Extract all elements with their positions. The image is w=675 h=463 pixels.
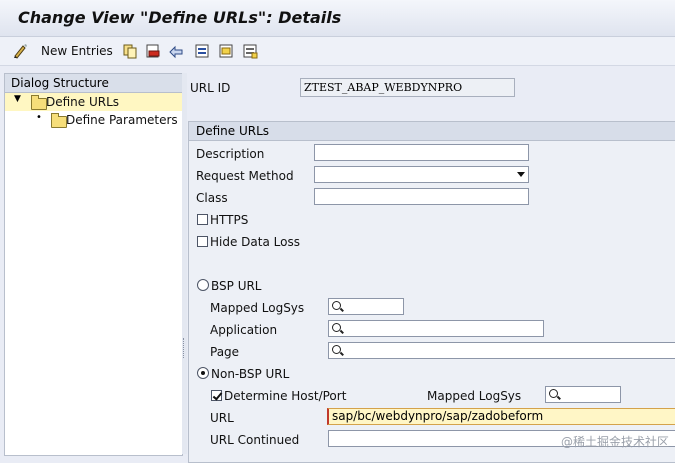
mapped-logsys-input[interactable] [328, 298, 404, 315]
dialog-structure-header: Dialog Structure [5, 74, 182, 93]
expand-arrow-icon[interactable]: ▼ [14, 94, 21, 104]
page-input[interactable] [328, 342, 675, 359]
tree-item-label: Define Parameters [66, 113, 178, 127]
search-help-icon[interactable] [332, 301, 341, 310]
select-block-icon[interactable] [218, 43, 234, 59]
url-input[interactable]: sap/bc/webdynpro/sap/zadobeform [327, 408, 675, 425]
define-urls-title: Define URLs [196, 124, 270, 138]
url-label: URL [210, 411, 234, 425]
url-id-label: URL ID [190, 81, 231, 95]
define-urls-header: Define URLs [189, 122, 675, 141]
page-label: Page [210, 345, 240, 359]
dialog-structure-title: Dialog Structure [11, 76, 109, 90]
search-help-icon[interactable] [332, 345, 341, 354]
class-input[interactable] [314, 188, 529, 205]
open-folder-icon [31, 95, 47, 110]
deselect-all-icon[interactable] [242, 43, 258, 59]
determine-host-checkbox[interactable] [211, 390, 222, 401]
application-input[interactable] [328, 320, 544, 337]
dialog-structure-pane: Dialog Structure ▼ Define URLs • Define … [4, 73, 183, 456]
hide-data-loss-label: Hide Data Loss [210, 235, 300, 249]
https-checkbox[interactable] [197, 214, 208, 225]
undo-change-icon[interactable] [168, 43, 184, 59]
description-input[interactable] [314, 144, 529, 161]
watermark: @稀土掘金技术社区 [560, 435, 669, 449]
request-method-dropdown[interactable] [314, 166, 529, 183]
new-entries-button[interactable]: New Entries [41, 44, 113, 58]
select-all-icon[interactable] [194, 43, 210, 59]
pane-splitter[interactable] [182, 73, 187, 454]
folder-icon [51, 113, 67, 128]
tree-item-define-parameters[interactable]: • Define Parameters [5, 111, 182, 129]
description-label: Description [196, 147, 265, 161]
change-pencil-icon[interactable] [12, 43, 28, 59]
tree-item-define-urls[interactable]: ▼ Define URLs [5, 93, 182, 111]
bsp-url-radio[interactable] [197, 279, 209, 291]
window-title: Change View "Define URLs": Details [18, 8, 342, 27]
hide-data-loss-checkbox[interactable] [197, 236, 208, 247]
tree-item-label: Define URLs [46, 95, 120, 109]
non-bsp-url-label: Non-BSP URL [211, 367, 290, 381]
url-continued-label: URL Continued [210, 433, 300, 447]
delete-icon[interactable] [145, 43, 161, 59]
https-label: HTTPS [210, 213, 249, 227]
application-toolbar: New Entries [0, 37, 675, 66]
non-bsp-mapped-logsys-label: Mapped LogSys [427, 389, 522, 403]
splitter-grip[interactable] [183, 338, 186, 358]
bsp-url-label: BSP URL [211, 279, 262, 293]
dropdown-arrow-icon[interactable] [517, 172, 525, 177]
application-label: Application [210, 323, 278, 337]
request-method-label: Request Method [196, 169, 294, 183]
search-help-icon[interactable] [332, 323, 341, 332]
title-bar: Change View "Define URLs": Details [0, 0, 675, 37]
copy-as-icon[interactable] [122, 43, 138, 59]
non-bsp-url-radio[interactable] [197, 367, 209, 379]
class-label: Class [196, 191, 228, 205]
search-help-icon[interactable] [549, 389, 558, 398]
bullet-icon: • [36, 112, 42, 123]
mapped-logsys-label: Mapped LogSys [210, 301, 305, 315]
url-id-field: ZTEST_ABAP_WEBDYNPRO [300, 78, 515, 97]
non-bsp-mapped-logsys-input[interactable] [545, 386, 621, 403]
determine-host-label: Determine Host/Port [224, 389, 347, 403]
